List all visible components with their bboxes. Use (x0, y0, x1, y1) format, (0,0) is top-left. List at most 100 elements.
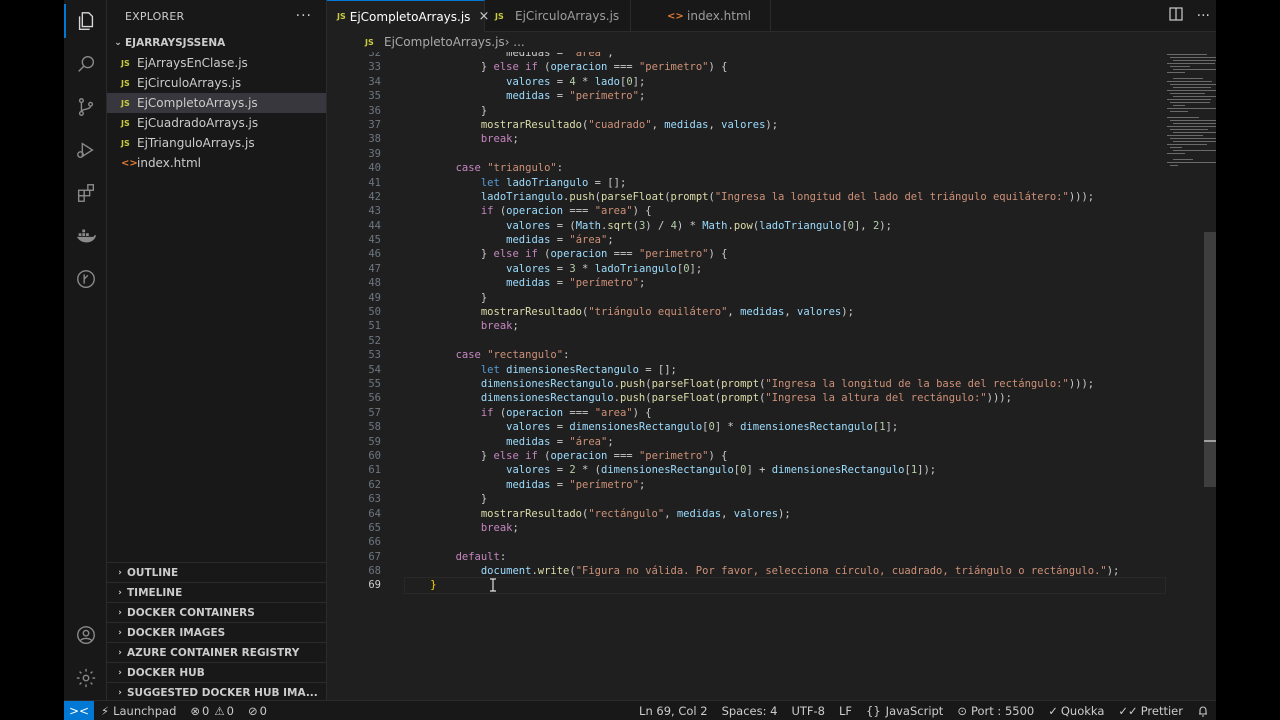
code-line[interactable]: medidas = "área"; (405, 52, 1145, 60)
problems-item[interactable]: ⊗ 0 ⚠ 0 (183, 704, 241, 718)
git-graph-icon[interactable] (64, 258, 107, 300)
code-token: push (619, 392, 646, 405)
code-token: : (563, 349, 570, 362)
code-line[interactable]: } (404, 577, 1166, 594)
panel-docker-images[interactable]: › DOCKER IMAGES (107, 622, 327, 642)
scrollbar-cursor-marker (1204, 440, 1216, 442)
code-line[interactable]: valores = 4 * lado[0]; (405, 75, 1145, 89)
file-item[interactable]: JS EjArraysEnClase.js (107, 53, 326, 73)
tab-ejcompletoarrays[interactable]: JS EjCompletoArrays.js × (327, 0, 489, 32)
code-line[interactable]: mostrarResultado("cuadrado", medidas, va… (405, 118, 1145, 132)
panel-label: SUGGESTED DOCKER HUB IMA... (127, 686, 318, 699)
code-line[interactable]: dimensionesRectangulo.push(parseFloat(pr… (405, 377, 1145, 391)
source-control-icon[interactable] (64, 86, 107, 128)
panel-timeline[interactable]: › TIMELINE (107, 582, 327, 602)
code-token: : (556, 162, 564, 175)
file-item[interactable]: JS EjCompletoArrays.js (107, 93, 326, 113)
code-line[interactable]: let ladoTriangulo = []; (405, 176, 1145, 190)
code-line[interactable]: medidas = "perímetro"; (405, 478, 1145, 492)
code-token: "cuadrado" (588, 118, 652, 131)
gear-icon[interactable] (64, 657, 107, 699)
tab-index-html[interactable]: <> index.html (631, 0, 771, 32)
breadcrumb-file[interactable]: EjCompletoArrays.js (384, 35, 505, 49)
code-line[interactable]: } else if (operacion === "perimetro") { (405, 449, 1145, 463)
remote-indicator[interactable]: >< (64, 700, 94, 720)
breadcrumb-separator[interactable]: › ... (505, 35, 525, 49)
code-line[interactable]: medidas = "perímetro"; (405, 276, 1145, 290)
minimap-line (1170, 165, 1178, 166)
file-item[interactable]: JS EjTrianguloArrays.js (107, 133, 326, 153)
code-lines[interactable]: medidas = "área"; } else if (operacion =… (404, 52, 1166, 594)
code-line[interactable]: ladoTriangulo.push(parseFloat(prompt("In… (405, 190, 1145, 204)
code-line[interactable]: break; (405, 319, 1145, 333)
minimap[interactable] (1163, 52, 1216, 182)
code-line[interactable]: document.write("Figura no válida. Por fa… (405, 564, 1145, 578)
file-item[interactable]: JS EjCuadradoArrays.js (107, 113, 326, 133)
code-line[interactable] (405, 535, 1145, 549)
panel-outline[interactable]: › OUTLINE (107, 562, 327, 582)
launchpad-item[interactable]: ⚡ Launchpad (94, 704, 183, 718)
code-line[interactable]: case "rectangulo": (405, 348, 1145, 362)
code-line[interactable] (405, 334, 1145, 348)
code-line[interactable]: } (405, 492, 1145, 506)
code-token: "Figura no válida. Por favor, selecciona… (575, 565, 1107, 578)
code-line[interactable]: break; (405, 521, 1145, 535)
run-debug-icon[interactable] (64, 129, 107, 171)
split-editor-icon[interactable] (1169, 7, 1183, 25)
search-icon[interactable] (64, 43, 107, 85)
notifications-bell-icon[interactable] (1190, 705, 1216, 717)
account-icon[interactable] (64, 614, 107, 656)
file-item[interactable]: <> index.html (107, 153, 326, 173)
code-line[interactable]: break; (405, 132, 1145, 146)
js-file-icon: JS (121, 98, 130, 108)
quokka-item[interactable]: ✓ Quokka (1041, 704, 1111, 718)
live-server-port[interactable]: ⊙ Port : 5500 (950, 704, 1041, 718)
indentation[interactable]: Spaces: 4 (715, 704, 785, 718)
end-of-line[interactable]: LF (832, 704, 859, 718)
code-line[interactable]: medidas = "área"; (405, 435, 1145, 449)
code-line[interactable] (405, 147, 1145, 161)
code-line[interactable]: mostrarResultado("rectángulo", medidas, … (405, 507, 1145, 521)
prettier-item[interactable]: ✓✓ Prettier (1111, 704, 1190, 718)
code-line[interactable]: } (405, 104, 1145, 118)
panel-docker-containers[interactable]: › DOCKER CONTAINERS (107, 602, 327, 622)
code-line[interactable]: case "triangulo": (405, 161, 1145, 175)
docker-icon[interactable] (64, 215, 107, 257)
panel-azure-container-registry[interactable]: › AZURE CONTAINER REGISTRY (107, 642, 327, 662)
code-line[interactable]: } else if (operacion === "perimetro") { (405, 60, 1145, 74)
code-line[interactable]: valores = 3 * ladoTriangulo[0]; (405, 262, 1145, 276)
language-mode[interactable]: {} JavaScript (859, 704, 950, 718)
minimap-line (1167, 99, 1211, 100)
code-line[interactable]: } else if (operacion === "perimetro") { (405, 247, 1145, 261)
code-line[interactable]: dimensionesRectangulo.push(parseFloat(pr… (405, 391, 1145, 405)
js-file-icon: JS (495, 11, 504, 21)
panel-suggested-docker-hub-images[interactable]: › SUGGESTED DOCKER HUB IMA... (107, 682, 327, 702)
code-line[interactable]: default: (405, 550, 1145, 564)
code-line[interactable]: } (405, 291, 1145, 305)
file-item[interactable]: JS EjCirculoArrays.js (107, 73, 326, 93)
encoding[interactable]: UTF-8 (784, 704, 832, 718)
more-actions-icon[interactable]: ··· (296, 8, 312, 24)
code-line[interactable]: valores = dimensionesRectangulo[0] * dim… (405, 420, 1145, 434)
explorer-icon[interactable] (64, 0, 107, 42)
code-token: ], (853, 219, 873, 232)
code-line[interactable]: mostrarResultado("triángulo equilátero",… (405, 305, 1145, 319)
code-line[interactable]: let dimensionesRectangulo = []; (405, 363, 1145, 377)
ports-item[interactable]: ⊘ 0 (241, 704, 274, 718)
panel-docker-hub[interactable]: › DOCKER HUB (107, 662, 327, 682)
code-line[interactable]: valores = (Math.sqrt(3) / 4) * Math.pow(… (405, 219, 1145, 233)
code-line[interactable]: valores = 2 * (dimensionesRectangulo[0] … (405, 463, 1145, 477)
code-token: operacion (506, 205, 564, 218)
code-line[interactable]: medidas = "perímetro"; (405, 89, 1145, 103)
more-actions-icon[interactable]: ··· (1197, 8, 1210, 24)
folder-root[interactable]: ⌄ EJARRAYSJSSENA (107, 33, 326, 53)
code-line[interactable]: medidas = "área"; (405, 233, 1145, 247)
extensions-icon[interactable] (64, 172, 107, 214)
code-line[interactable]: if (operacion === "area") { (405, 406, 1145, 420)
tab-ejcirculoarrays[interactable]: JS EjCirculoArrays.js (485, 0, 631, 32)
code-editor[interactable]: 32 33 34 35 36 37 38 39 40 41 42 43 44 45 46 47 48 49 50 51… (327, 52, 1216, 700)
code-line[interactable]: if (operacion === "area") { (405, 204, 1145, 218)
cursor-position[interactable]: Ln 69, Col 2 (632, 704, 715, 718)
vertical-scrollbar[interactable] (1204, 232, 1216, 487)
